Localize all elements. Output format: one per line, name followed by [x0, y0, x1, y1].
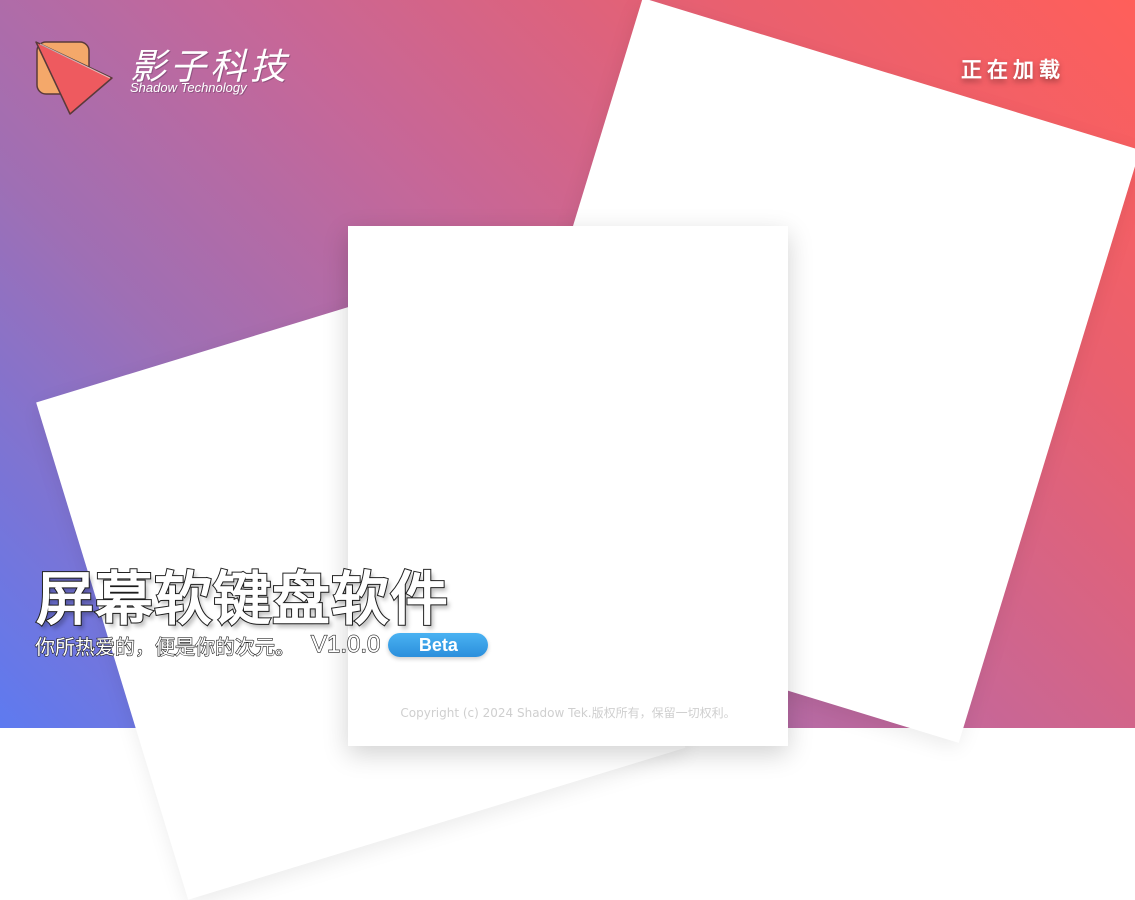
- brand-subtitle: Shadow Technology: [130, 80, 247, 95]
- product-title: 屏幕软键盘软件: [35, 564, 450, 634]
- loading-status: 正在加载: [961, 58, 1065, 82]
- product-tagline: 你所热爱的，便是你的次元。: [34, 634, 295, 659]
- play-triangle-icon: [32, 36, 116, 116]
- copyright-text: Copyright (c) 2024 Shadow Tek.版权所有，保留一切权…: [400, 706, 736, 720]
- tagline-row: 你所热爱的，便是你的次元。 V1.0.0 Beta: [34, 630, 489, 660]
- card-center: [348, 226, 788, 746]
- beta-badge: Beta: [388, 633, 489, 657]
- version-label: V1.0.0: [310, 630, 381, 658]
